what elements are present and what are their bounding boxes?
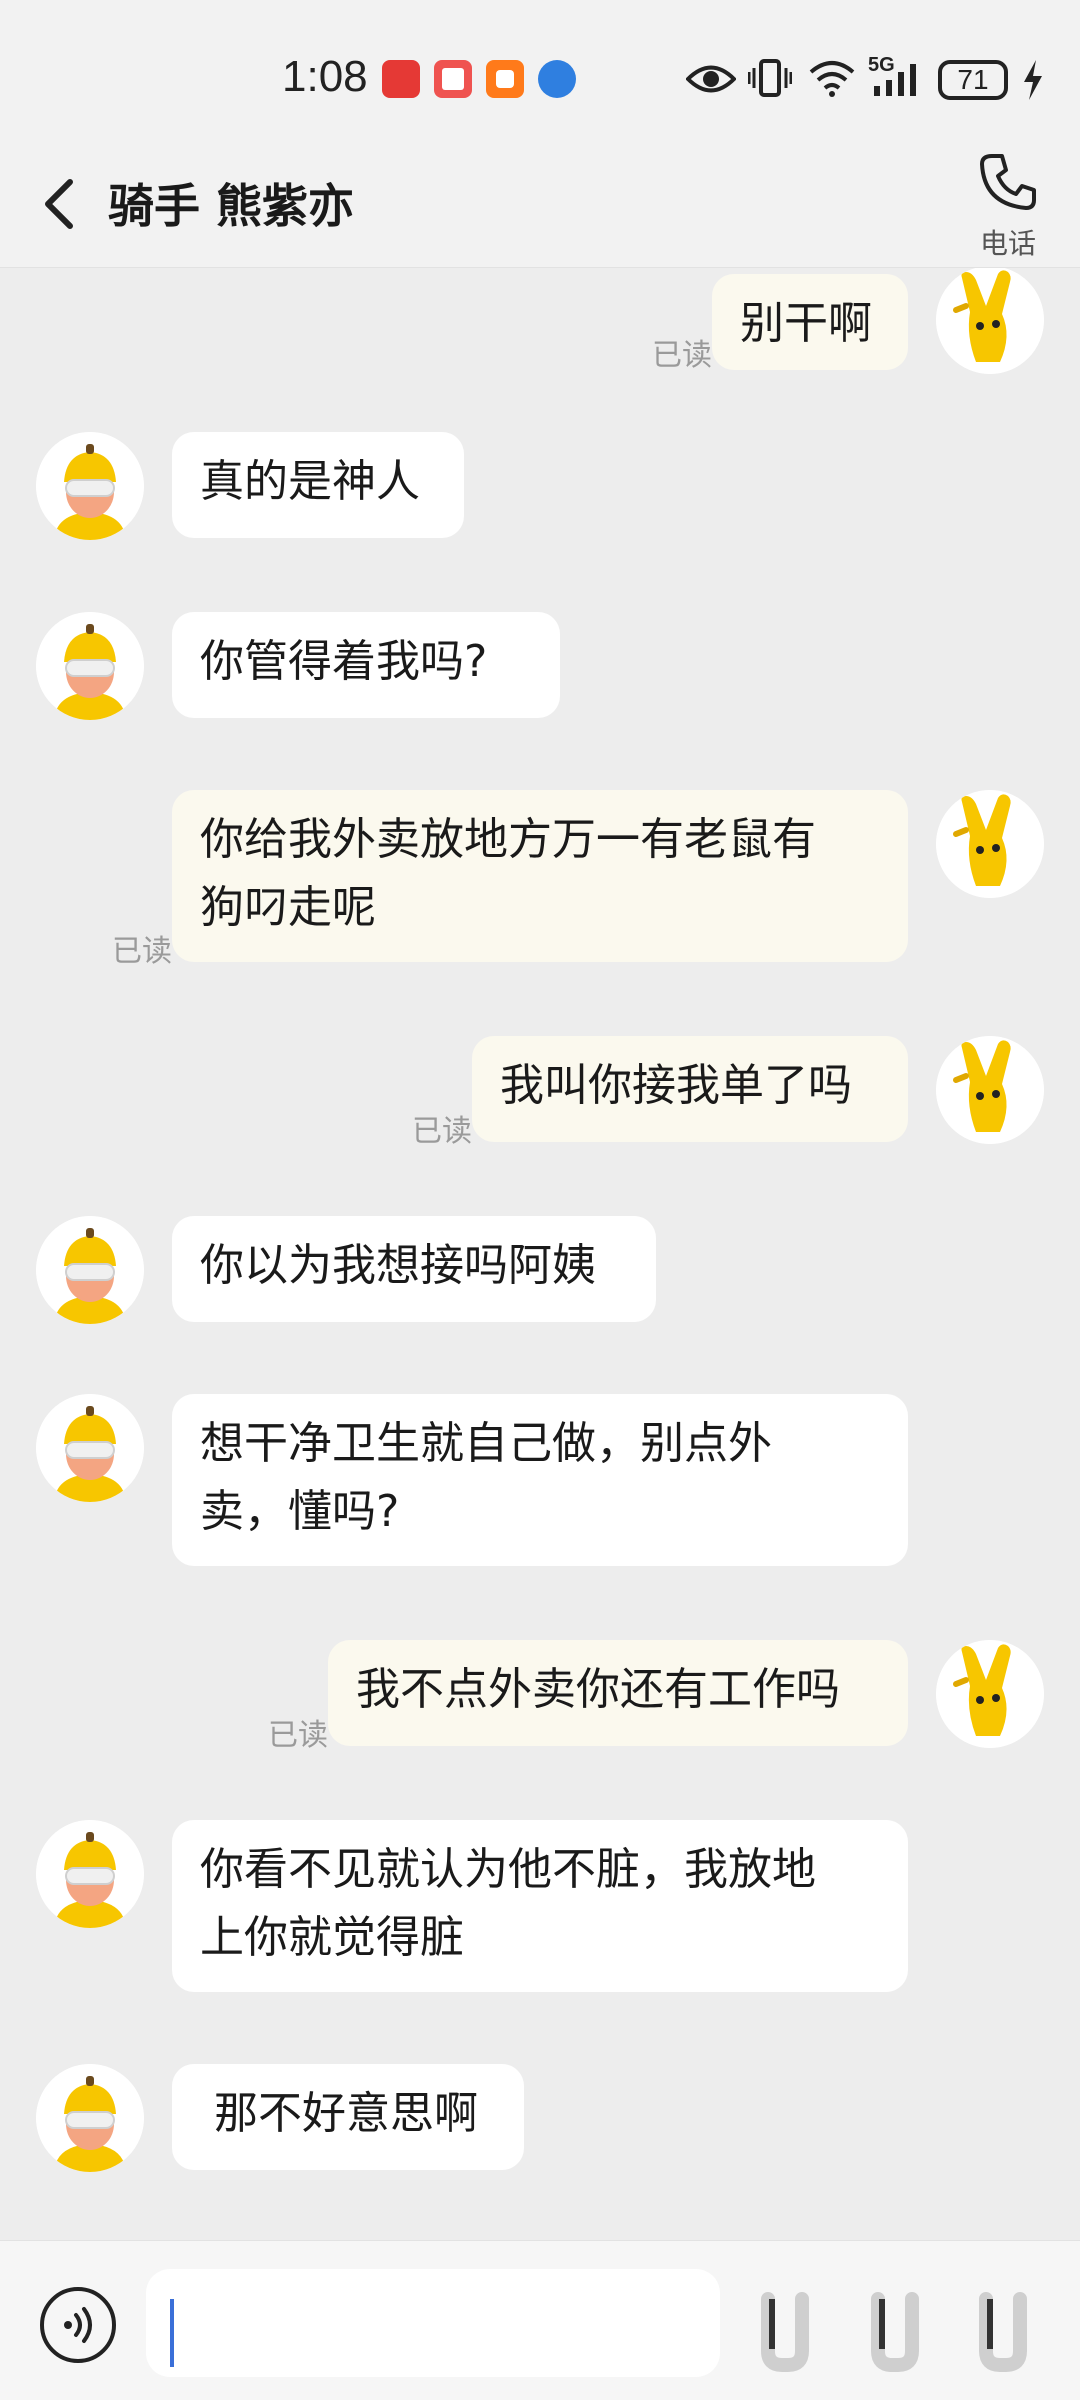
browser-app-icon <box>538 60 576 98</box>
signal-icon <box>874 64 916 96</box>
call-button[interactable]: 电话 <box>968 150 1048 260</box>
rider-avatar[interactable] <box>36 2064 144 2172</box>
incoming-message: 想干净卫生就自己做，别点外 卖，懂吗? <box>0 1394 1080 1586</box>
outgoing-message: 我不点外卖你还有工作吗 已读 <box>0 1640 1080 1766</box>
message-input[interactable] <box>146 2269 720 2377</box>
message-bubble[interactable]: 你以为我想接吗阿姨 <box>172 1216 656 1322</box>
incoming-message: 真的是神人 <box>0 432 1080 558</box>
chat-header: 骑手 熊紫亦 电话 <box>0 140 1080 268</box>
message-bubble[interactable]: 我不点外卖你还有工作吗 <box>328 1640 908 1746</box>
message-bubble[interactable]: 你看不见就认为他不脏，我放地 上你就觉得脏 <box>172 1820 908 1992</box>
status-bar: 1:08 5G 71 <box>0 0 1080 140</box>
message-text-line: 真的是神人 <box>200 456 420 507</box>
user-avatar[interactable] <box>936 268 1044 374</box>
phone-icon <box>980 154 1036 210</box>
message-text-line: 我不点外卖你还有工作吗 <box>356 1664 840 1715</box>
input-bar <box>0 2240 1080 2400</box>
message-bubble[interactable]: 你给我外卖放地方万一有老鼠有 狗叼走呢 <box>172 790 908 962</box>
read-receipt: 已读 <box>268 1718 328 1753</box>
read-receipt: 已读 <box>652 338 712 373</box>
voice-input-icon <box>40 2287 116 2363</box>
call-label: 电话 <box>979 227 1036 260</box>
outgoing-message: 别干啊 已读 <box>0 268 1080 390</box>
incoming-message: 你管得着我吗? <box>0 612 1080 738</box>
incoming-message: 你以为我想接吗阿姨 <box>0 1216 1080 1342</box>
chevron-left-icon <box>45 179 73 229</box>
page-title: 骑手 熊紫亦 <box>108 179 355 233</box>
book-app-icon <box>434 60 472 98</box>
read-receipt: 已读 <box>112 934 172 969</box>
message-text-line: 狗叼走呢 <box>200 882 376 933</box>
add-button[interactable] <box>860 2289 930 2373</box>
read-receipt: 已读 <box>412 1114 472 1149</box>
message-bubble[interactable]: 我叫你接我单了吗 <box>472 1036 908 1142</box>
text-cursor <box>170 2299 174 2367</box>
user-avatar[interactable] <box>936 1640 1044 1748</box>
app-notification-icon <box>382 60 420 98</box>
charging-icon <box>1024 60 1042 100</box>
rider-avatar[interactable] <box>36 1394 144 1502</box>
emoji-button[interactable] <box>750 2289 820 2373</box>
message-bubble[interactable]: 那不好意思啊 <box>172 2064 524 2170</box>
rider-avatar[interactable] <box>36 612 144 720</box>
vibrate-icon <box>748 59 792 97</box>
message-list: 别干啊 已读 真的是神人 你管得着我吗? 你给我外卖放地方万一有老鼠有 狗叼走呢 已读 我叫你… <box>0 268 1080 2238</box>
eye-icon <box>686 65 736 93</box>
voice-input-button[interactable] <box>38 2285 118 2365</box>
battery-indicator: 71 <box>938 60 1008 100</box>
outgoing-message: 你给我外卖放地方万一有老鼠有 狗叼走呢 已读 <box>0 790 1080 982</box>
message-bubble[interactable]: 别干啊 <box>712 274 908 370</box>
more-button[interactable] <box>968 2289 1038 2373</box>
rider-avatar[interactable] <box>36 432 144 540</box>
message-bubble[interactable]: 你管得着我吗? <box>172 612 560 718</box>
outgoing-message: 我叫你接我单了吗 已读 <box>0 1036 1080 1162</box>
user-avatar[interactable] <box>936 790 1044 898</box>
message-text-line: 想干净卫生就自己做，别点外 <box>200 1418 772 1469</box>
message-text-line: 你看不见就认为他不脏，我放地 <box>200 1844 816 1895</box>
status-time: 1:08 <box>282 52 368 101</box>
message-text-line: 你管得着我吗? <box>200 636 488 687</box>
back-button[interactable] <box>36 172 84 236</box>
rider-avatar[interactable] <box>36 1820 144 1928</box>
incoming-message: 你看不见就认为他不脏，我放地 上你就觉得脏 <box>0 1820 1080 2012</box>
rider-avatar[interactable] <box>36 1216 144 1324</box>
message-text-line: 你以为我想接吗阿姨 <box>200 1240 596 1291</box>
message-text-line: 别干啊 <box>740 298 872 349</box>
message-bubble[interactable]: 想干净卫生就自己做，别点外 卖，懂吗? <box>172 1394 908 1566</box>
message-text-line: 卖，懂吗? <box>200 1486 400 1537</box>
message-text-line: 那不好意思啊 <box>200 2088 478 2139</box>
user-avatar[interactable] <box>936 1036 1044 1144</box>
wifi-icon <box>809 61 855 97</box>
incoming-message: 那不好意思啊 <box>0 2064 1080 2190</box>
orange-app-icon <box>486 60 524 98</box>
message-bubble[interactable]: 真的是神人 <box>172 432 464 538</box>
message-text-line: 我叫你接我单了吗 <box>500 1060 852 1111</box>
message-text-line: 你给我外卖放地方万一有老鼠有 <box>200 814 816 865</box>
message-text-line: 上你就觉得脏 <box>200 1912 464 1963</box>
